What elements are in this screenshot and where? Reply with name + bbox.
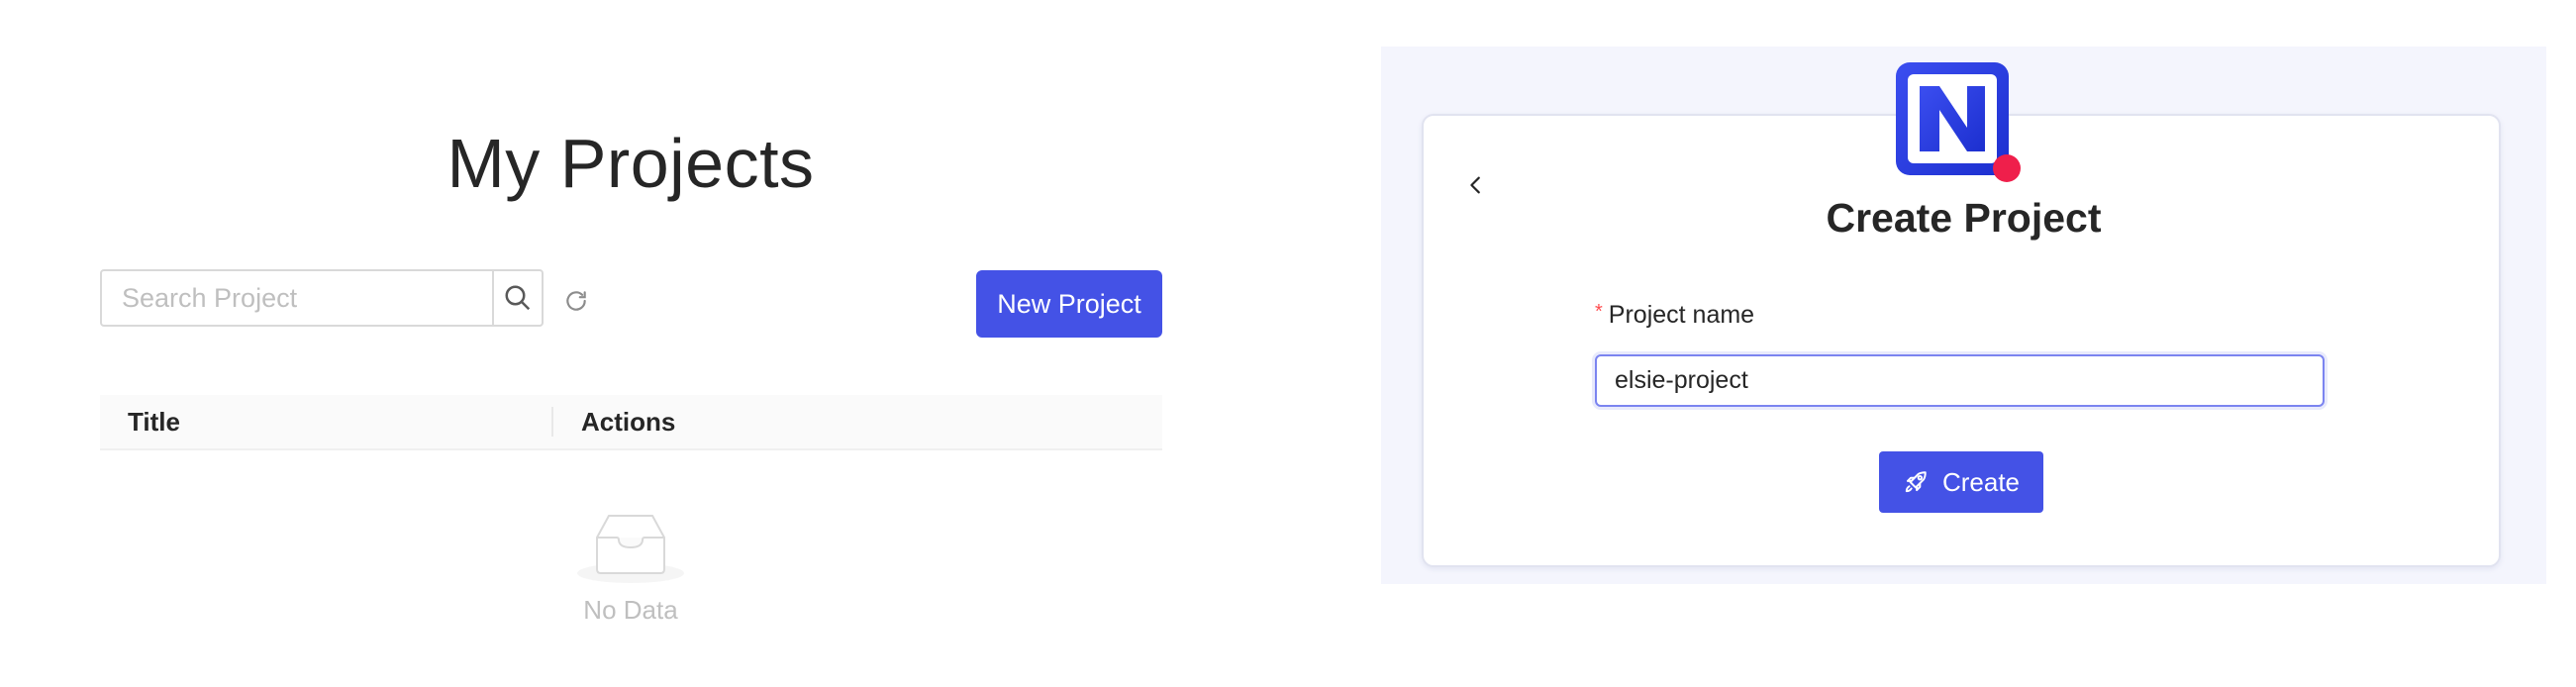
search-icon (505, 285, 531, 311)
required-mark: * (1595, 301, 1603, 323)
page-title: My Projects (446, 125, 815, 202)
create-project-title: Create Project (1826, 195, 2102, 241)
projects-table-header: Title Actions (100, 395, 1162, 450)
chevron-left-icon (1470, 176, 1480, 194)
rocket-icon (1905, 471, 1927, 493)
create-button-label: Create (1941, 466, 2021, 497)
new-project-button[interactable]: New Project (976, 270, 1162, 338)
project-name-input[interactable] (1595, 354, 2325, 407)
reload-icon (566, 291, 586, 311)
project-name-label-text: Project name (1608, 301, 1755, 329)
column-header-title: Title (100, 395, 553, 448)
empty-label: No Data (583, 595, 678, 625)
project-name-label: * Project name (1595, 301, 1754, 330)
empty-state: No Data (99, 510, 1162, 626)
projects-page: My Projects New Project Title Actions No… (0, 0, 1267, 687)
n-logo-icon (1896, 62, 2021, 182)
search-group (100, 269, 544, 327)
reload-button[interactable] (561, 286, 591, 316)
search-input[interactable] (102, 271, 492, 325)
search-button[interactable] (492, 271, 542, 325)
create-project-page: Create Project *Project name Create (1381, 47, 2546, 584)
create-button[interactable]: Create (1879, 451, 2043, 513)
inbox-icon (577, 515, 684, 583)
column-header-actions: Actions (581, 406, 676, 437)
